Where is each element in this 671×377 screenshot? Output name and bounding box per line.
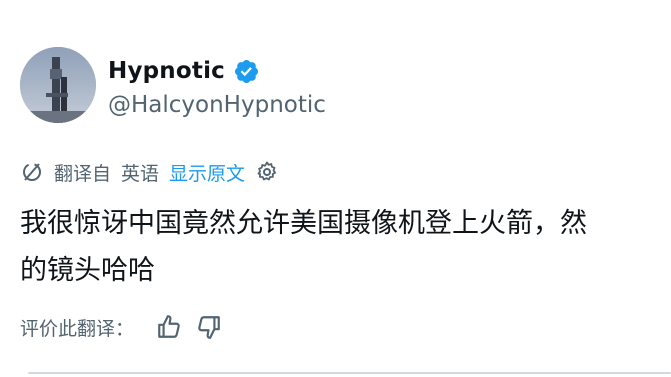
thumbs-up-icon[interactable] [156,314,182,340]
display-name[interactable]: Hypnotic [108,58,225,84]
divider [28,372,671,374]
avatar[interactable] [20,47,96,123]
tweet-text-line: 的镜头哈哈 [20,255,155,286]
source-language: 英语 [121,162,160,185]
author-handle[interactable]: @HalcyonHypnotic [108,92,326,118]
rate-translation-bar: 评价此翻译： [20,312,222,342]
translation-bar: 翻译自 英语 显示原文 [20,158,279,186]
tweet-text: 我很惊讶中国竟然允许美国摄像机登上火箭，然 的镜头哈哈 [20,200,671,294]
translated-from-label: 翻译自 [54,162,112,185]
rate-translation-label: 评价此翻译： [20,317,135,340]
thumbs-down-icon[interactable] [196,314,222,340]
author-name-row: Hypnotic [108,56,260,86]
gear-icon[interactable] [255,160,279,184]
tweet-text-line: 我很惊讶中国竟然允许美国摄像机登上火箭，然 [20,208,587,239]
show-original-link[interactable]: 显示原文 [169,159,245,186]
translate-icon [23,163,41,181]
verified-badge-icon [234,59,259,83]
